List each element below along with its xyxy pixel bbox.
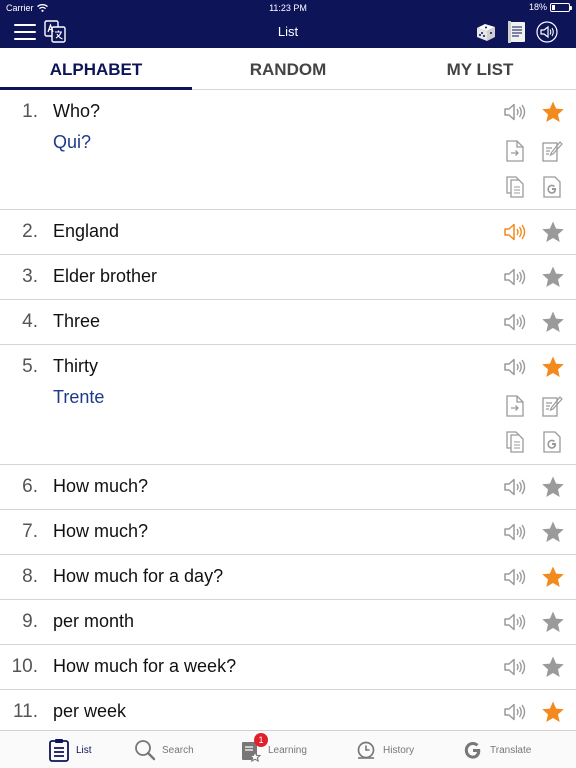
tabbar-label-history: History: [383, 744, 415, 756]
tabbar-item-learning[interactable]: 1 Learning: [240, 731, 307, 768]
list-item[interactable]: 7. How much?: [0, 510, 576, 555]
list-item[interactable]: 4. Three: [0, 300, 576, 345]
item-number: 2.: [22, 221, 38, 242]
star-icon[interactable]: [540, 610, 566, 634]
tab-random[interactable]: RANDOM: [192, 48, 384, 89]
speaker-icon[interactable]: [502, 220, 528, 244]
google-translate-icon[interactable]: [541, 430, 563, 454]
item-term: per week: [53, 701, 127, 721]
item-number: 7.: [22, 521, 38, 542]
speaker-icon[interactable]: [502, 475, 528, 499]
battery-icon: [550, 2, 572, 12]
speaker-icon[interactable]: [502, 355, 528, 379]
item-term: Three: [53, 311, 101, 331]
copy-icon[interactable]: [505, 175, 525, 199]
star-icon[interactable]: [540, 520, 566, 544]
list-item[interactable]: 11. per week: [0, 690, 576, 735]
list-item[interactable]: 8. How much for a day?: [0, 555, 576, 600]
item-number: 8.: [22, 566, 38, 587]
tabbar-item-list[interactable]: List: [48, 731, 92, 768]
speaker-icon[interactable]: [502, 700, 528, 724]
list-icon: [49, 739, 69, 762]
list-item[interactable]: 6. How much?: [0, 465, 576, 510]
segment-tabs: ALPHABET RANDOM MY LIST: [0, 48, 576, 90]
item-number: 6.: [22, 476, 38, 497]
tabbar-item-search[interactable]: Search: [134, 731, 194, 768]
dice-icon[interactable]: [475, 21, 497, 43]
star-icon[interactable]: [540, 220, 566, 244]
star-icon[interactable]: [540, 265, 566, 289]
item-number: 3.: [22, 266, 38, 287]
speaker-icon[interactable]: [502, 565, 528, 589]
item-term: How much?: [53, 476, 149, 496]
tabbar-label-translate: Translate: [490, 744, 532, 756]
clock: 11:23 PM: [269, 3, 307, 13]
battery-status: 18%: [528, 2, 572, 12]
edit-icon[interactable]: [541, 394, 563, 418]
item-term: How much?: [53, 521, 149, 541]
speaker-icon[interactable]: [502, 520, 528, 544]
learning-badge: 1: [254, 733, 268, 747]
status-bar: Carrier 11:23 PM 18%: [0, 0, 576, 16]
item-translation: Qui?: [53, 132, 92, 152]
history-icon: [357, 741, 375, 759]
list-item[interactable]: 5. Thirty Trente: [0, 345, 576, 465]
tabbar-item-translate[interactable]: Translate: [462, 731, 531, 768]
star-icon[interactable]: [540, 310, 566, 334]
item-term: Elder brother: [53, 266, 158, 286]
edit-icon[interactable]: [541, 139, 563, 163]
speaker-icon[interactable]: [536, 21, 558, 43]
learning-icon: 1: [240, 733, 268, 763]
item-number: 10.: [11, 656, 38, 677]
tab-my-list[interactable]: MY LIST: [384, 48, 576, 89]
list-item[interactable]: 3. Elder brother: [0, 255, 576, 300]
tab-alphabet[interactable]: ALPHABET: [0, 48, 192, 90]
item-term: Thirty: [53, 356, 98, 376]
tabbar-item-history[interactable]: History: [355, 731, 414, 768]
item-term: How much for a day?: [53, 566, 224, 586]
tabbar-label-learning: Learning: [268, 744, 307, 756]
copy-icon[interactable]: [505, 430, 525, 454]
star-icon[interactable]: [540, 700, 566, 724]
speaker-icon[interactable]: [502, 655, 528, 679]
top-bar: Carrier 11:23 PM 18% List: [0, 0, 576, 48]
copy-to-icon[interactable]: [505, 139, 525, 163]
item-number: 1.: [22, 101, 38, 122]
search-icon: [135, 740, 156, 761]
list-item[interactable]: 1. Who? Qui?: [0, 90, 576, 210]
item-number: 4.: [22, 311, 38, 332]
phrase-list: 1. Who? Qui? 2. England 3. Elder brother 4. Thre…: [0, 90, 576, 735]
list-item[interactable]: 9. per month: [0, 600, 576, 645]
list-item[interactable]: 10. How much for a week?: [0, 645, 576, 690]
speaker-icon[interactable]: [502, 265, 528, 289]
item-term: How much for a week?: [53, 656, 237, 676]
tabbar-label-search: Search: [162, 744, 194, 756]
speaker-icon[interactable]: [502, 610, 528, 634]
speaker-icon[interactable]: [502, 100, 528, 124]
speaker-icon[interactable]: [502, 310, 528, 334]
item-term: Who?: [53, 101, 101, 121]
list-item[interactable]: 2. England: [0, 210, 576, 255]
item-number: 11.: [12, 701, 38, 722]
tabbar-label-list: List: [76, 744, 92, 756]
notes-icon[interactable]: [507, 20, 527, 44]
battery-percent: 18%: [528, 2, 547, 12]
item-term: per month: [53, 611, 135, 631]
bottom-tab-bar: List Search 1 Learning History Translate: [0, 730, 576, 768]
star-icon[interactable]: [540, 475, 566, 499]
copy-to-icon[interactable]: [505, 394, 525, 418]
star-icon[interactable]: [540, 655, 566, 679]
google-icon: [464, 742, 481, 759]
nav-bar: List: [0, 16, 576, 48]
item-number: 9.: [22, 611, 38, 632]
item-number: 5.: [22, 356, 38, 377]
star-icon[interactable]: [540, 355, 566, 379]
star-icon[interactable]: [540, 100, 566, 124]
google-translate-icon[interactable]: [541, 175, 563, 199]
item-term: England: [53, 221, 120, 241]
star-icon[interactable]: [540, 565, 566, 589]
item-translation: Trente: [53, 387, 105, 407]
